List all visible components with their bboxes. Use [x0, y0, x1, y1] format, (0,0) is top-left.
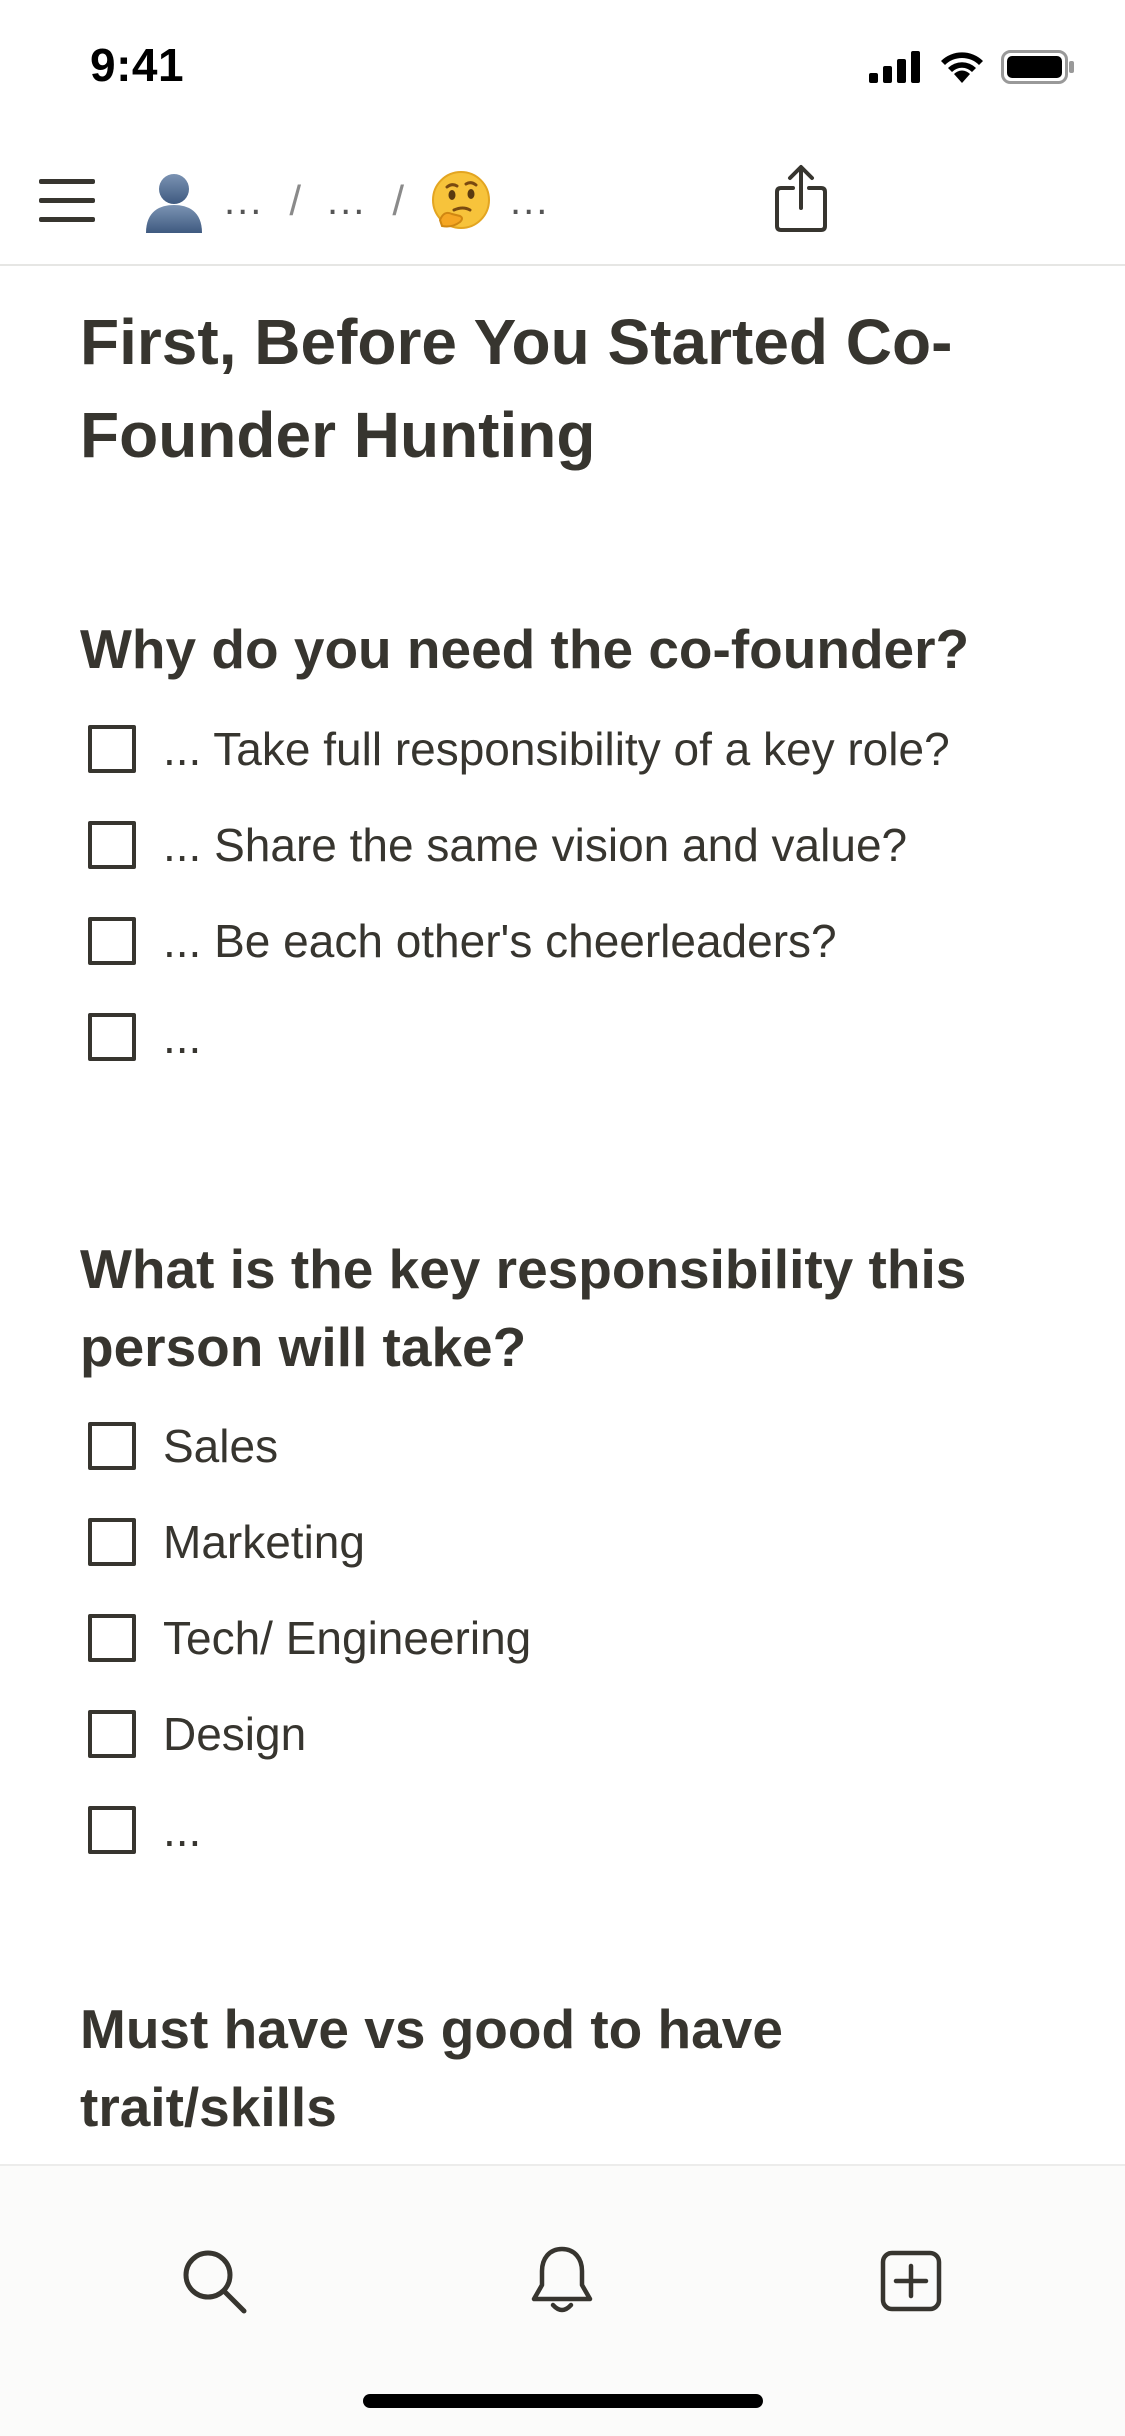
- todo-label: ... Share the same vision and value?: [163, 819, 908, 871]
- status-icons: [869, 50, 1075, 84]
- checkbox[interactable]: [88, 725, 136, 773]
- home-indicator[interactable]: [363, 2394, 763, 2408]
- todo-item[interactable]: ...: [88, 1790, 201, 1870]
- checkbox[interactable]: [88, 1710, 136, 1758]
- bell-icon: [531, 2246, 593, 2313]
- search-icon: [183, 2250, 247, 2314]
- person-icon: [146, 174, 202, 233]
- todo-item[interactable]: Design: [88, 1694, 306, 1774]
- todo-item[interactable]: ... Be each other's cheerleaders?: [88, 901, 837, 981]
- breadcrumb-separator: /: [289, 177, 302, 224]
- breadcrumb: ... / ... / ...: [142, 162, 549, 240]
- breadcrumb-separator: /: [392, 177, 405, 224]
- section-heading-why[interactable]: Why do you need the co-founder?: [80, 610, 1040, 688]
- search-button[interactable]: [159, 2226, 269, 2336]
- todo-label: Sales: [163, 1420, 279, 1472]
- share-icon: [775, 165, 827, 232]
- todo-item[interactable]: Marketing: [88, 1502, 365, 1582]
- menu-button[interactable]: [30, 164, 104, 238]
- status-bar: 9:41: [0, 0, 1125, 132]
- share-button[interactable]: [764, 156, 838, 240]
- breadcrumb-label: ...: [224, 178, 264, 223]
- checkbox[interactable]: [88, 1422, 136, 1470]
- new-page-icon: [880, 2250, 942, 2312]
- thinking-face-icon: [432, 171, 491, 229]
- todo-item[interactable]: Tech/ Engineering: [88, 1598, 531, 1678]
- breadcrumb-item-3[interactable]: ...: [430, 170, 549, 232]
- checkbox[interactable]: [88, 1518, 136, 1566]
- todo-label: ...: [163, 1011, 202, 1063]
- breadcrumb-item-1[interactable]: ...: [142, 169, 263, 233]
- checkbox[interactable]: [88, 1806, 136, 1854]
- breadcrumb-label: ...: [510, 178, 550, 223]
- battery-icon: [1001, 50, 1074, 84]
- todo-item[interactable]: ...: [88, 997, 201, 1077]
- todo-item[interactable]: ... Take full responsibility of a key ro…: [88, 709, 950, 789]
- notifications-button[interactable]: [507, 2226, 617, 2336]
- new-page-button[interactable]: [856, 2226, 966, 2336]
- todo-label: Design: [163, 1708, 307, 1760]
- hamburger-icon: [39, 179, 95, 222]
- top-nav: ... / ... / ...: [0, 132, 1125, 266]
- checkbox[interactable]: [88, 917, 136, 965]
- todo-label: ... Be each other's cheerleaders?: [163, 915, 837, 967]
- todo-label: ...: [163, 1804, 202, 1856]
- todo-label: Tech/ Engineering: [163, 1612, 532, 1664]
- checkbox[interactable]: [88, 1614, 136, 1662]
- section-heading-traits[interactable]: Must have vs good to have trait/skills: [80, 1990, 1040, 2146]
- todo-label: Marketing: [163, 1516, 365, 1568]
- wifi-icon: [941, 52, 983, 83]
- status-time: 9:41: [90, 39, 185, 91]
- breadcrumb-item-2[interactable]: ...: [327, 179, 366, 224]
- todo-label: ... Take full responsibility of a key ro…: [163, 723, 950, 775]
- checkbox[interactable]: [88, 821, 136, 869]
- todo-item[interactable]: Sales: [88, 1406, 278, 1486]
- checkbox[interactable]: [88, 1013, 136, 1061]
- signal-icon: [869, 51, 920, 83]
- page-title[interactable]: First, Before You Started Co-Founder Hun…: [80, 296, 1040, 482]
- todo-item[interactable]: ... Share the same vision and value?: [88, 805, 907, 885]
- section-heading-responsibility[interactable]: What is the key responsibility this pers…: [80, 1230, 1040, 1386]
- breadcrumb-label: ...: [327, 178, 367, 223]
